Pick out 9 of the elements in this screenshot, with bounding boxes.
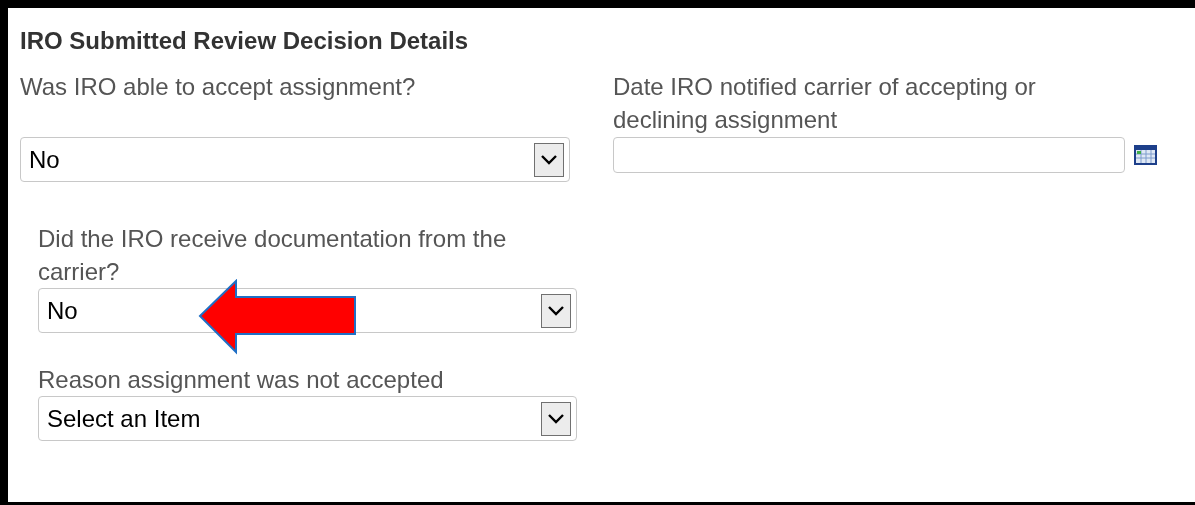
field-label: Reason assignment was not accepted xyxy=(38,366,444,393)
dropdown[interactable]: No xyxy=(20,137,570,182)
section-heading: IRO Submitted Review Decision Details xyxy=(20,26,470,56)
dropdown[interactable]: Select an Item xyxy=(38,396,577,441)
field-label: Date IRO notified carrier of accepting or declining assignment xyxy=(613,73,1036,133)
calendar-icon[interactable] xyxy=(1133,143,1159,167)
field-label: Did the IRO receive documentation from the carrier? xyxy=(38,225,507,285)
date-field[interactable] xyxy=(613,137,1125,173)
field-label: Was IRO able to accept assignment? xyxy=(20,73,416,100)
